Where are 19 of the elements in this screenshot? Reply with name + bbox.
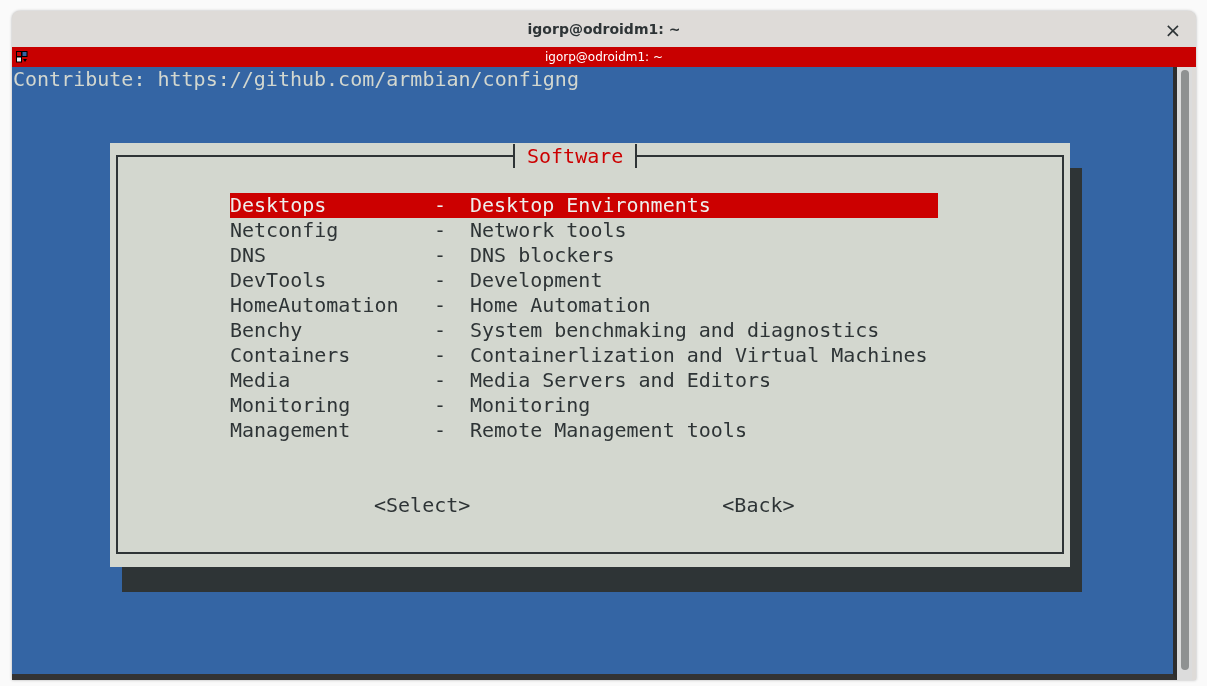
menu-item[interactable]: HomeAutomation - Home Automation	[230, 293, 938, 318]
dialog-button[interactable]: <Back>	[722, 493, 795, 518]
menu-item[interactable]: Monitoring - Monitoring	[230, 393, 938, 418]
menu-item[interactable]: Desktops - Desktop Environments	[230, 193, 938, 218]
terminal-app-icon[interactable]	[16, 51, 28, 63]
menu-item[interactable]: Media - Media Servers and Editors	[230, 368, 938, 393]
window-title: igorp@odroidm1: ~	[527, 21, 681, 37]
terminal-title: igorp@odroidm1: ~	[545, 50, 663, 64]
dialog-title: Software	[513, 144, 638, 168]
menu-item[interactable]: Containers - Containerlization and Virtual Machines	[230, 343, 938, 368]
terminal-text: Contribute: https://github.com/armbian/configng	[13, 67, 580, 92]
close-button[interactable]: ×	[1162, 19, 1184, 41]
menu-item[interactable]: DNS - DNS blockers	[230, 243, 938, 268]
menu-item[interactable]: DevTools - Development	[230, 268, 938, 293]
menu-item[interactable]: Management - Remote Management tools	[230, 418, 938, 443]
scrollbar[interactable]	[1177, 67, 1192, 680]
menu-item[interactable]: Netconfig - Network tools	[230, 218, 938, 243]
dialog-button[interactable]: <Select>	[374, 493, 471, 518]
menu-item[interactable]: Benchy - System benchmaking and diagnostics	[230, 318, 938, 343]
